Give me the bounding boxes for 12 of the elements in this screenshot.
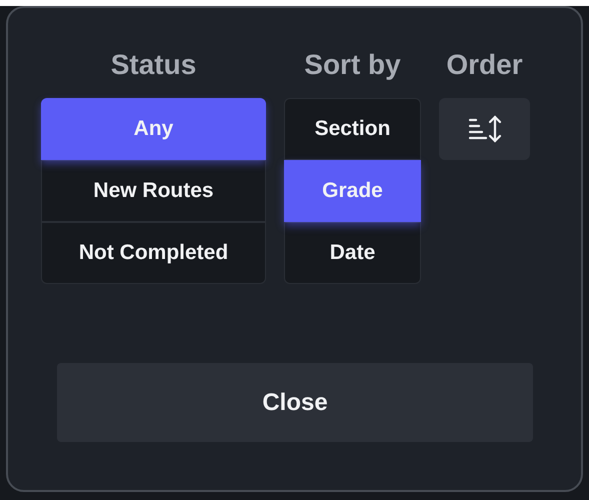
sort-order-icon [466,114,502,144]
option-button[interactable]: Date [284,222,421,284]
option-button[interactable]: Grade [284,160,421,222]
column-heading: Sort by [304,48,401,82]
option-button[interactable]: Not Completed [41,222,266,284]
close-button[interactable]: Close [57,363,533,442]
option-button[interactable]: Section [284,98,421,160]
column-heading: Order [446,48,523,82]
sort-order-button[interactable] [439,98,530,160]
column-heading: Status [110,48,196,82]
option-button[interactable]: New Routes [41,160,266,222]
option-button[interactable]: Any [41,98,266,160]
